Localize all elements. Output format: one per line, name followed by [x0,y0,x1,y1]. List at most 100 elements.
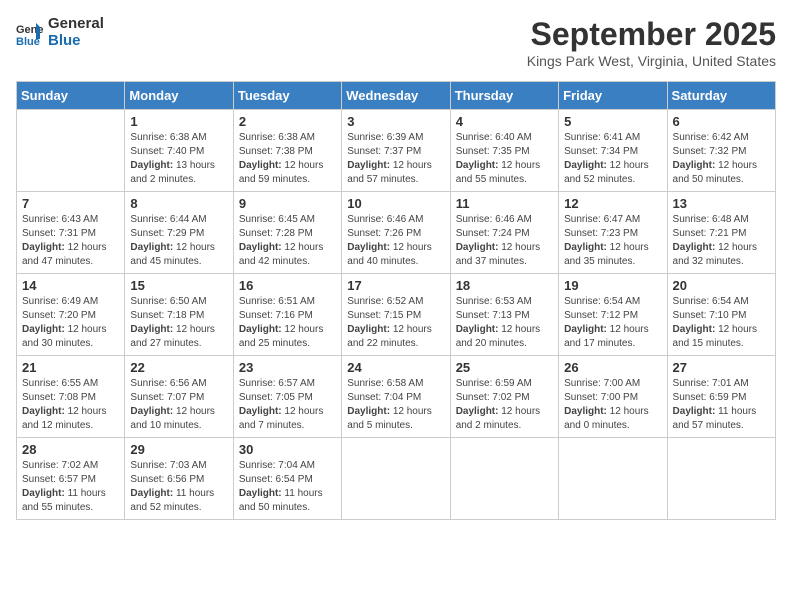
daylight-label: Daylight: [564,160,610,171]
day-number: 20 [673,278,770,293]
daylight-label: Daylight: [673,160,719,171]
day-info: Sunrise: 6:38 AMSunset: 7:38 PMDaylight:… [239,131,336,187]
calendar-week-row: 14Sunrise: 6:49 AMSunset: 7:20 PMDayligh… [17,274,776,356]
calendar-cell: 30Sunrise: 7:04 AMSunset: 6:54 PMDayligh… [233,438,341,520]
day-number: 8 [130,196,227,211]
daylight-label: Daylight: [673,324,719,335]
weekday-header: Tuesday [233,82,341,110]
calendar-cell: 23 Sunrise: 6:57 AMSunset: 7:05 PMDayligh… [233,356,341,438]
day-info: Sunrise: 7:00 AMSunset: 7:00 PMDaylight:… [564,377,661,433]
calendar-week-row: 28 Sunrise: 7:02 AMSunset: 6:57 PMDayligh… [17,438,776,520]
calendar-week-row: 1Sunrise: 6:38 AMSunset: 7:40 PMDaylight… [17,110,776,192]
day-number: 22 [130,360,227,375]
calendar-cell [667,438,775,520]
day-info: Sunrise: 6:40 AMSunset: 7:35 PMDaylight:… [456,131,553,187]
logo: General Blue General Blue [16,16,104,49]
calendar-cell [342,438,450,520]
day-info: Sunrise: 6:43 AMSunset: 7:31 PMDaylight:… [22,213,119,269]
calendar-cell: 7 Sunrise: 6:43 AMSunset: 7:31 PMDaylight… [17,192,125,274]
calendar-cell: 2Sunrise: 6:38 AMSunset: 7:38 PMDaylight… [233,110,341,192]
daylight-label: Daylight: [456,160,502,171]
calendar-week-row: 21 Sunrise: 6:55 AMSunset: 7:08 PMDayligh… [17,356,776,438]
month-title: September 2025 [527,16,776,53]
day-number: 24 [347,360,444,375]
day-info: Sunrise: 6:56 AMSunset: 7:07 PMDaylight:… [130,377,227,433]
day-info: Sunrise: 7:02 AMSunset: 6:57 PMDaylight:… [22,459,119,515]
calendar-cell: 8 Sunrise: 6:44 AMSunset: 7:29 PMDaylight… [125,192,233,274]
calendar-cell: 26 Sunrise: 7:00 AMSunset: 7:00 PMDayligh… [559,356,667,438]
weekday-header: Saturday [667,82,775,110]
daylight-label: Daylight: [673,406,719,417]
day-number: 10 [347,196,444,211]
day-info: Sunrise: 6:46 AMSunset: 7:26 PMDaylight:… [347,213,444,269]
day-info: Sunrise: 6:49 AMSunset: 7:20 PMDaylight:… [22,295,119,351]
day-number: 19 [564,278,661,293]
day-number: 29 [130,442,227,457]
calendar-cell: 22 Sunrise: 6:56 AMSunset: 7:07 PMDayligh… [125,356,233,438]
daylight-label: Daylight: [239,242,285,253]
daylight-label: Daylight: [564,324,610,335]
daylight-label: Daylight: [456,406,502,417]
daylight-label: Daylight: [239,488,285,499]
location-title: Kings Park West, Virginia, United States [527,53,776,69]
daylight-label: Daylight: [564,242,610,253]
calendar-cell: 20Sunrise: 6:54 AMSunset: 7:10 PMDayligh… [667,274,775,356]
day-info: Sunrise: 6:38 AMSunset: 7:40 PMDaylight:… [130,131,227,187]
daylight-label: Daylight: [130,406,176,417]
day-info: Sunrise: 6:44 AMSunset: 7:29 PMDaylight:… [130,213,227,269]
calendar-cell [450,438,558,520]
calendar-cell [559,438,667,520]
day-info: Sunrise: 6:59 AMSunset: 7:02 PMDaylight:… [456,377,553,433]
day-number: 28 [22,442,119,457]
daylight-label: Daylight: [130,488,176,499]
calendar-cell: 11 Sunrise: 6:46 AMSunset: 7:24 PMDayligh… [450,192,558,274]
daylight-label: Daylight: [347,324,393,335]
day-info: Sunrise: 7:01 AMSunset: 6:59 PMDaylight:… [673,377,770,433]
logo-icon: General Blue [16,19,44,47]
calendar-cell: 12 Sunrise: 6:47 AMSunset: 7:23 PMDayligh… [559,192,667,274]
day-number: 9 [239,196,336,211]
calendar-table: SundayMondayTuesdayWednesdayThursdayFrid… [16,81,776,520]
day-info: Sunrise: 6:48 AMSunset: 7:21 PMDaylight:… [673,213,770,269]
daylight-label: Daylight: [456,242,502,253]
calendar-cell: 10 Sunrise: 6:46 AMSunset: 7:26 PMDayligh… [342,192,450,274]
daylight-label: Daylight: [130,242,176,253]
day-number: 7 [22,196,119,211]
day-number: 21 [22,360,119,375]
calendar-cell: 27Sunrise: 7:01 AMSunset: 6:59 PMDayligh… [667,356,775,438]
calendar-cell: 3Sunrise: 6:39 AMSunset: 7:37 PMDaylight… [342,110,450,192]
day-info: Sunrise: 7:04 AMSunset: 6:54 PMDaylight:… [239,459,336,515]
calendar-cell: 5Sunrise: 6:41 AMSunset: 7:34 PMDaylight… [559,110,667,192]
day-info: Sunrise: 6:47 AMSunset: 7:23 PMDaylight:… [564,213,661,269]
weekday-header: Wednesday [342,82,450,110]
daylight-label: Daylight: [239,160,285,171]
day-number: 12 [564,196,661,211]
day-number: 3 [347,114,444,129]
day-info: Sunrise: 6:42 AMSunset: 7:32 PMDaylight:… [673,131,770,187]
calendar-cell: 13Sunrise: 6:48 AMSunset: 7:21 PMDayligh… [667,192,775,274]
calendar-cell: 1Sunrise: 6:38 AMSunset: 7:40 PMDaylight… [125,110,233,192]
daylight-label: Daylight: [22,242,68,253]
day-number: 11 [456,196,553,211]
day-number: 17 [347,278,444,293]
day-number: 6 [673,114,770,129]
day-number: 16 [239,278,336,293]
daylight-label: Daylight: [347,242,393,253]
calendar-cell: 16Sunrise: 6:51 AMSunset: 7:16 PMDayligh… [233,274,341,356]
day-info: Sunrise: 7:03 AMSunset: 6:56 PMDaylight:… [130,459,227,515]
calendar-week-row: 7 Sunrise: 6:43 AMSunset: 7:31 PMDaylight… [17,192,776,274]
calendar-cell: 4 Sunrise: 6:40 AMSunset: 7:35 PMDaylight… [450,110,558,192]
day-number: 18 [456,278,553,293]
day-number: 26 [564,360,661,375]
day-info: Sunrise: 6:55 AMSunset: 7:08 PMDaylight:… [22,377,119,433]
day-number: 4 [456,114,553,129]
day-info: Sunrise: 6:50 AMSunset: 7:18 PMDaylight:… [130,295,227,351]
daylight-label: Daylight: [456,324,502,335]
daylight-label: Daylight: [22,488,68,499]
daylight-label: Daylight: [130,160,176,171]
day-info: Sunrise: 6:46 AMSunset: 7:24 PMDaylight:… [456,213,553,269]
calendar-cell: 28 Sunrise: 7:02 AMSunset: 6:57 PMDayligh… [17,438,125,520]
daylight-label: Daylight: [22,406,68,417]
day-info: Sunrise: 6:57 AMSunset: 7:05 PMDaylight:… [239,377,336,433]
day-number: 23 [239,360,336,375]
